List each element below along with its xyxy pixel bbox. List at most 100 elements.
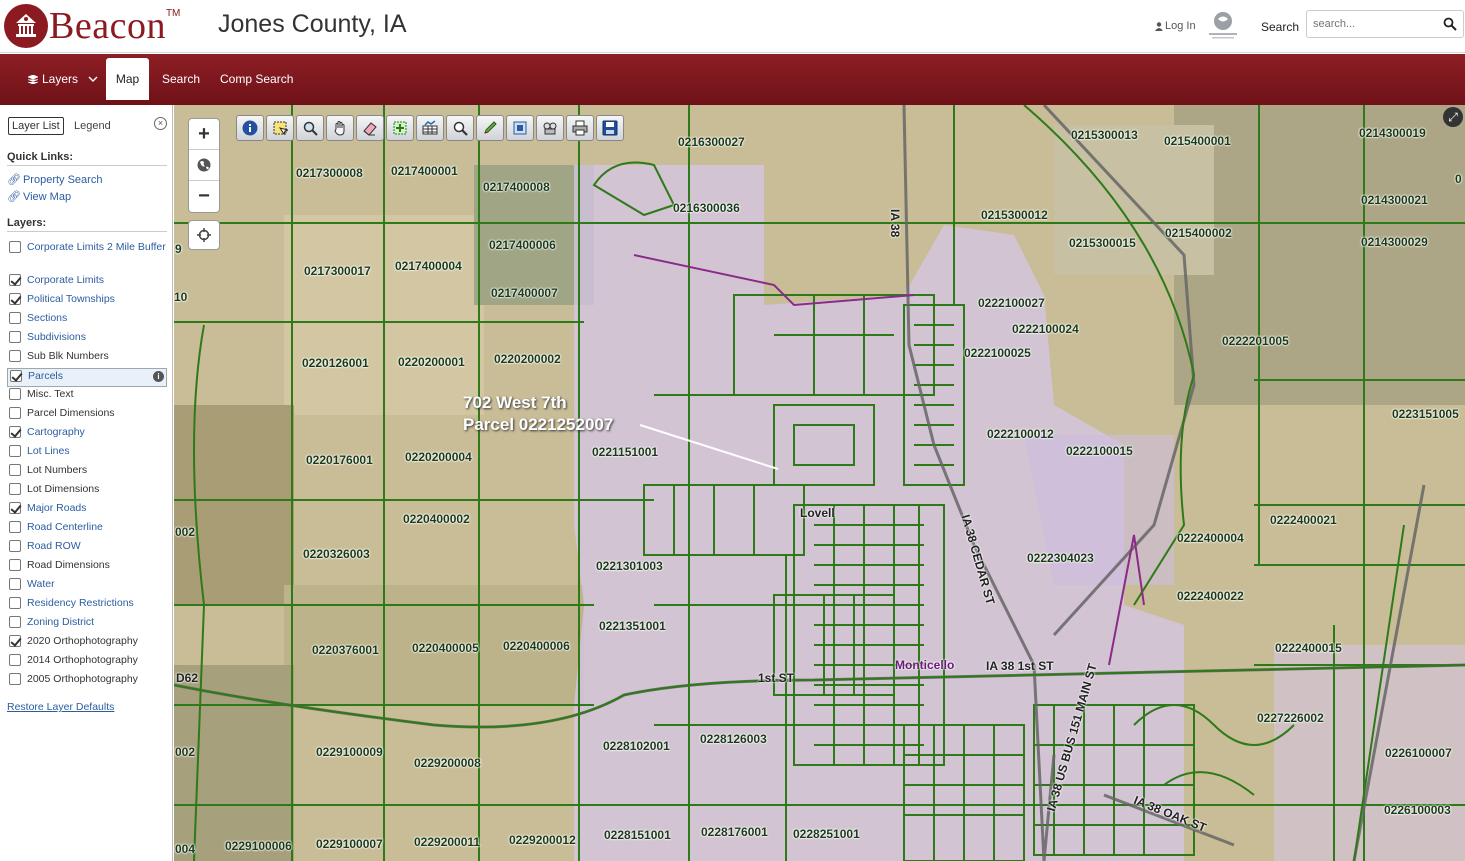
search-input[interactable] bbox=[1313, 15, 1437, 33]
layer-checkbox[interactable] bbox=[9, 597, 21, 609]
layer-row[interactable]: Lot Lines bbox=[7, 444, 167, 463]
edge-label: 004 bbox=[175, 842, 196, 856]
layer-checkbox[interactable] bbox=[9, 426, 21, 438]
layer-checkbox[interactable] bbox=[9, 540, 21, 552]
nav-comp-search-tab[interactable]: Comp Search bbox=[210, 58, 303, 100]
eraser-icon[interactable] bbox=[356, 115, 384, 141]
layer-checkbox[interactable] bbox=[9, 331, 21, 343]
layer-row[interactable]: Political Townships bbox=[7, 292, 167, 311]
layer-checkbox[interactable] bbox=[9, 578, 21, 590]
map-toolbar bbox=[236, 115, 624, 141]
view-map-link[interactable]: 🔗︎ View Map bbox=[7, 190, 71, 203]
search-label: Search bbox=[1261, 20, 1300, 34]
layer-checkbox[interactable] bbox=[9, 312, 21, 324]
globe-icon[interactable] bbox=[189, 150, 219, 181]
brand-name: Beacon bbox=[49, 5, 166, 47]
layer-row[interactable]: Road Centerline bbox=[7, 520, 167, 539]
property-search-link[interactable]: 🔗︎ Property Search bbox=[7, 173, 102, 186]
layer-checkbox[interactable] bbox=[9, 502, 21, 514]
layer-row[interactable]: Zoning District bbox=[7, 615, 167, 634]
layer-checkbox[interactable] bbox=[9, 350, 21, 362]
print-map-icon[interactable] bbox=[536, 115, 564, 141]
layer-checkbox[interactable] bbox=[9, 388, 21, 400]
layer-row[interactable]: Cartography bbox=[7, 425, 167, 444]
layer-row[interactable]: Corporate Limits bbox=[7, 273, 167, 292]
layer-checkbox[interactable] bbox=[9, 521, 21, 533]
layer-row[interactable]: 2014 Orthophotography bbox=[7, 653, 167, 672]
zoom-in-button[interactable]: + bbox=[189, 119, 219, 150]
parcel-label: 0220200002 bbox=[494, 352, 561, 366]
printer-icon[interactable] bbox=[566, 115, 594, 141]
layer-row[interactable]: Lot Numbers bbox=[7, 463, 167, 482]
layer-label: 2014 Orthophotography bbox=[27, 654, 138, 666]
layer-row[interactable]: Lot Dimensions bbox=[7, 482, 167, 501]
layer-row[interactable]: Water bbox=[7, 577, 167, 596]
layer-checkbox[interactable] bbox=[10, 370, 22, 382]
login-link[interactable]: Log In bbox=[1155, 20, 1196, 32]
layer-checkbox[interactable] bbox=[9, 654, 21, 666]
nav-map-tab[interactable]: Map bbox=[106, 58, 149, 100]
restore-defaults-link[interactable]: Restore Layer Defaults bbox=[7, 701, 114, 713]
layer-label: Corporate Limits 2 Mile Buffer bbox=[27, 241, 166, 253]
layer-row-parcels[interactable]: Parcels i bbox=[7, 368, 167, 387]
layer-checkbox[interactable] bbox=[9, 241, 21, 253]
parcel-label: 0223151005 bbox=[1392, 407, 1459, 421]
layer-row[interactable]: Sections bbox=[7, 311, 167, 330]
layer-row[interactable]: 2020 Orthophotography bbox=[7, 634, 167, 653]
layer-row[interactable]: Parcel Dimensions bbox=[7, 406, 167, 425]
identify-info-icon[interactable] bbox=[236, 115, 264, 141]
save-disk-icon[interactable] bbox=[596, 115, 624, 141]
full-extent-icon[interactable] bbox=[506, 115, 534, 141]
layer-checkbox[interactable] bbox=[9, 483, 21, 495]
layer-row[interactable]: Major Roads bbox=[7, 501, 167, 520]
query-table-icon[interactable] bbox=[416, 115, 444, 141]
edge-label: 002 bbox=[175, 525, 196, 539]
layer-row[interactable]: Misc. Text bbox=[7, 387, 167, 406]
tab-legend[interactable]: Legend bbox=[74, 120, 111, 132]
layer-checkbox[interactable] bbox=[9, 274, 21, 286]
parcel-label: 0222400015 bbox=[1275, 641, 1342, 655]
layer-row[interactable]: Sub Blk Numbers bbox=[7, 349, 167, 368]
select-box-icon[interactable] bbox=[266, 115, 294, 141]
layer-panel: Layer List Legend × Quick Links: 🔗︎ Prope… bbox=[0, 105, 173, 861]
parcel-label: 0220400002 bbox=[403, 512, 470, 526]
search-icon[interactable] bbox=[1443, 17, 1457, 31]
layer-row[interactable]: Road Dimensions bbox=[7, 558, 167, 577]
layer-checkbox[interactable] bbox=[9, 673, 21, 685]
magnifier-search-icon[interactable] bbox=[446, 115, 474, 141]
edge-label: 0 bbox=[1455, 172, 1462, 186]
beacon-logo[interactable]: Beacon TM bbox=[4, 4, 180, 48]
layer-label: Road Dimensions bbox=[27, 559, 110, 571]
edge-label: 002 bbox=[175, 745, 196, 759]
layer-checkbox[interactable] bbox=[9, 635, 21, 647]
nav-layers-menu[interactable]: Layers bbox=[18, 58, 108, 100]
layer-checkbox[interactable] bbox=[9, 407, 21, 419]
road-label: D62 bbox=[176, 671, 199, 685]
tab-layer-list[interactable]: Layer List bbox=[8, 117, 64, 135]
nav-search-tab[interactable]: Search bbox=[152, 58, 210, 100]
pan-icon[interactable] bbox=[188, 220, 220, 250]
layer-row[interactable]: Corporate Limits 2 Mile Buffer bbox=[7, 240, 167, 273]
layer-row[interactable]: Road ROW bbox=[7, 539, 167, 558]
layer-row[interactable]: 2005 Orthophotography bbox=[7, 672, 167, 691]
parcel-label: 0216300027 bbox=[678, 135, 745, 149]
layer-checkbox[interactable] bbox=[9, 293, 21, 305]
layer-checkbox[interactable] bbox=[9, 464, 21, 476]
parcel-label: 0215400002 bbox=[1165, 226, 1232, 240]
map-view[interactable]: 0216300027 0215300013 0215400001 0214300… bbox=[174, 105, 1465, 861]
buffer-select-icon[interactable] bbox=[386, 115, 414, 141]
layer-row[interactable]: Subdivisions bbox=[7, 330, 167, 349]
layer-checkbox[interactable] bbox=[9, 559, 21, 571]
parcel-label: 0220376001 bbox=[312, 643, 379, 657]
layer-row[interactable]: Residency Restrictions bbox=[7, 596, 167, 615]
info-icon[interactable]: i bbox=[153, 371, 164, 382]
expand-map-icon[interactable]: ⤢ bbox=[1443, 107, 1463, 127]
zoom-select-icon[interactable] bbox=[296, 115, 324, 141]
courthouse-logo-icon bbox=[4, 4, 48, 48]
pan-hand-icon[interactable] bbox=[326, 115, 354, 141]
zoom-out-button[interactable]: − bbox=[189, 181, 219, 212]
layer-checkbox[interactable] bbox=[9, 445, 21, 457]
close-icon[interactable]: × bbox=[154, 117, 167, 130]
draw-pencil-icon[interactable] bbox=[476, 115, 504, 141]
layer-checkbox[interactable] bbox=[9, 616, 21, 628]
